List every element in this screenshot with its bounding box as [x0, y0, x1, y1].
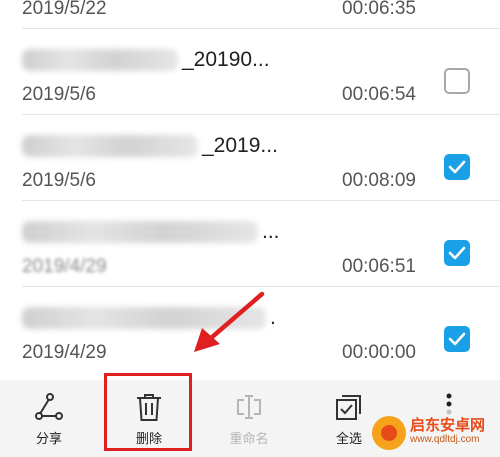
item-date: 2019/4/29: [22, 256, 107, 277]
check-icon: [448, 246, 466, 260]
item-name-suffix: .: [270, 306, 276, 329]
redacted-text: [22, 135, 198, 157]
item-date: 2019/5/6: [22, 84, 96, 105]
item-duration: 00:06:54: [342, 84, 416, 105]
watermark-title: 启东安卓网: [410, 417, 486, 434]
item-name-suffix: ...: [262, 220, 280, 243]
list-item-partial[interactable]: 2019/5/22 00:06:35: [0, 0, 500, 28]
watermark-logo-icon: [372, 416, 406, 450]
item-date: 2019/4/29: [22, 342, 107, 363]
check-icon: [448, 332, 466, 346]
share-button[interactable]: 分享: [4, 380, 94, 457]
item-duration: 00:06:35: [342, 0, 416, 19]
delete-highlight-box: [104, 373, 192, 451]
item-date: 2019/5/6: [22, 170, 96, 191]
rename-label: 重命名: [229, 431, 269, 446]
pointer-arrow-icon: [194, 291, 265, 352]
share-icon: [35, 393, 63, 420]
item-duration: 00:08:09: [342, 170, 416, 191]
item-name: ...: [22, 220, 280, 244]
item-date: 2019/5/22: [22, 0, 107, 19]
redacted-text: [22, 221, 258, 243]
rename-icon: [237, 395, 261, 419]
item-checkbox[interactable]: [444, 68, 470, 94]
item-checkbox-checked[interactable]: [444, 240, 470, 266]
list-item[interactable]: _20190... 2019/5/6 00:06:54: [0, 28, 500, 114]
watermark: 启东安卓网 www.qdltdj.com: [372, 412, 500, 454]
item-duration: 00:06:51: [342, 256, 416, 277]
list-item[interactable]: ... 2019/4/29 00:06:51: [0, 200, 500, 286]
redacted-text: [22, 49, 178, 71]
item-checkbox-checked[interactable]: [444, 326, 470, 352]
item-name: _20190...: [22, 48, 270, 72]
watermark-text: 启东安卓网 www.qdltdj.com: [410, 417, 486, 447]
watermark-url: www.qdltdj.com: [410, 434, 480, 445]
list-item[interactable]: _2019... 2019/5/6 00:08:09: [0, 114, 500, 200]
select-all-icon: [336, 395, 361, 420]
item-duration: 00:00:00: [342, 342, 416, 363]
rename-button[interactable]: 重命名: [204, 380, 294, 457]
item-name: _2019...: [22, 134, 278, 158]
share-label: 分享: [35, 431, 62, 446]
item-name-suffix: _2019...: [202, 134, 278, 157]
item-name-suffix: _20190...: [182, 48, 270, 71]
item-checkbox-checked[interactable]: [444, 154, 470, 180]
check-icon: [448, 160, 466, 174]
